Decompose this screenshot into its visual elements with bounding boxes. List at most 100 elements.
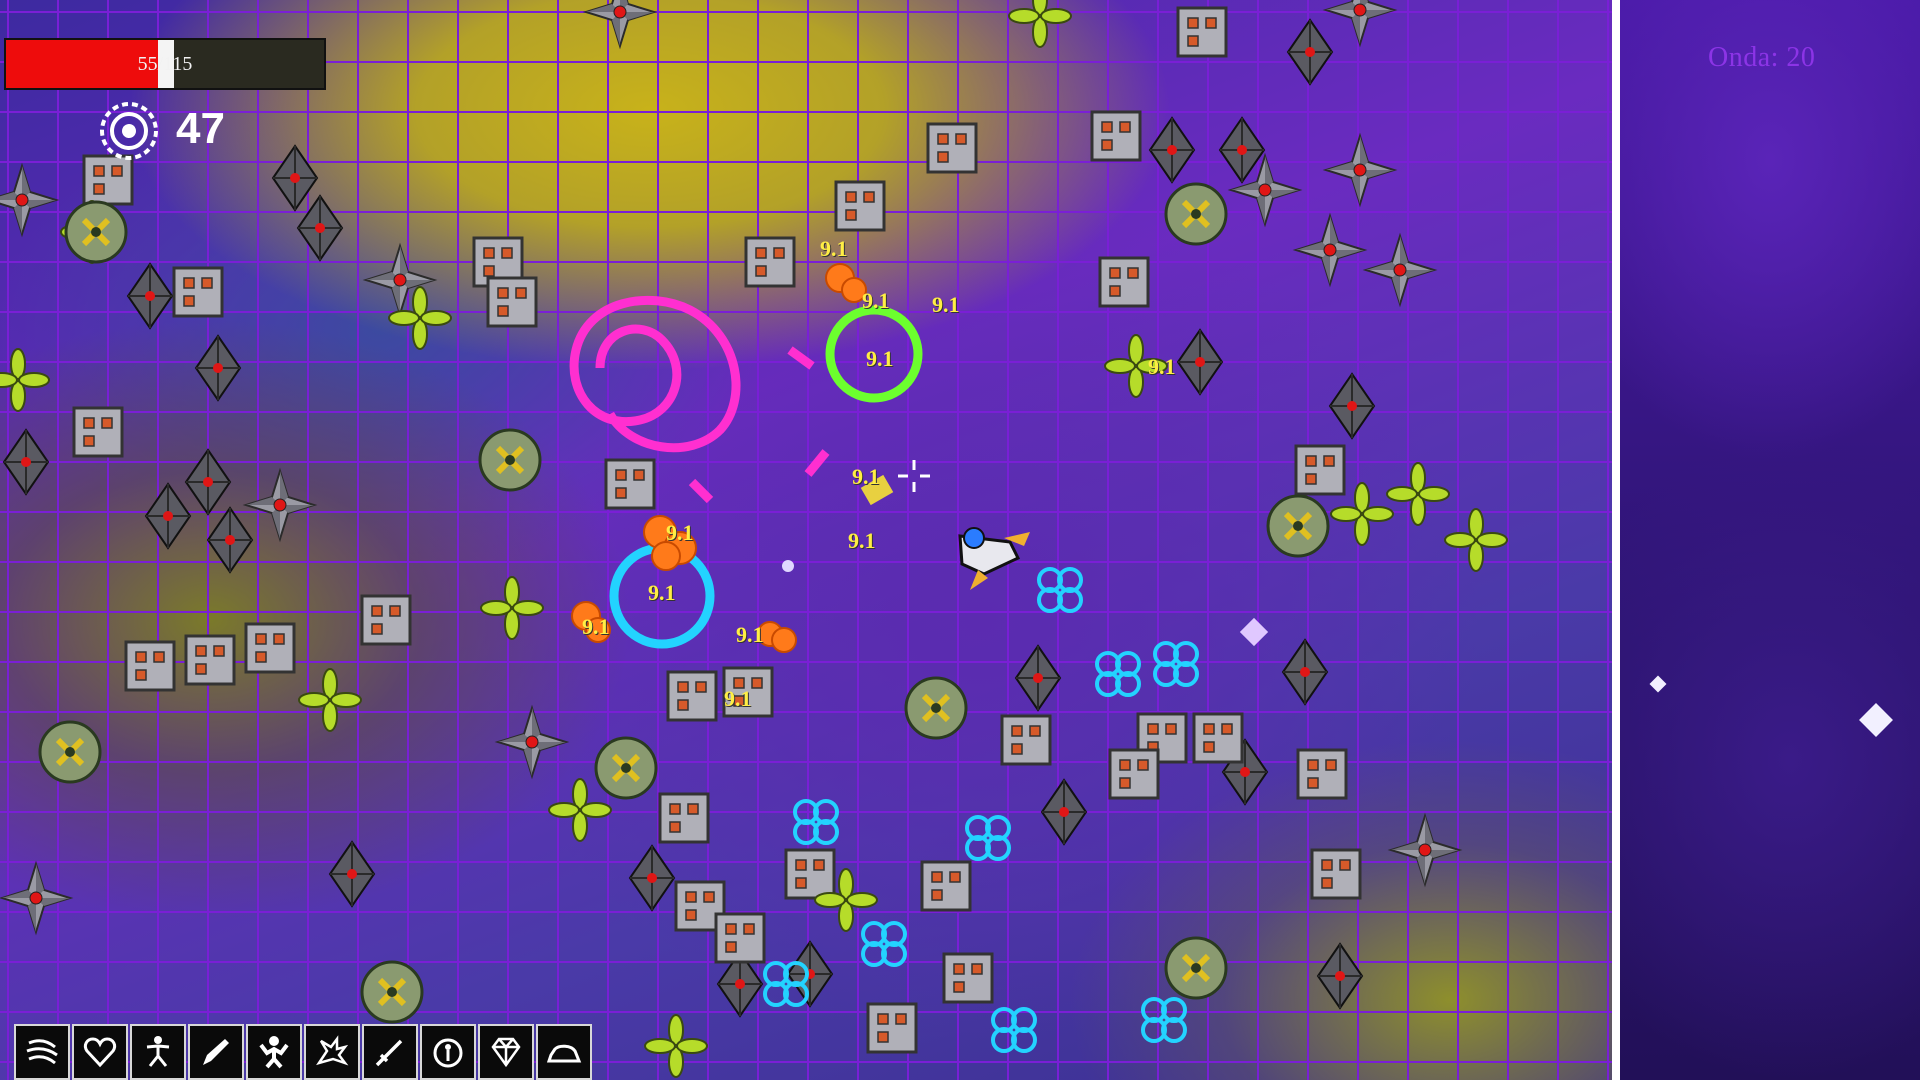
hotbar-slot-10[interactable] <box>536 1024 592 1080</box>
shield-figure-icon <box>433 1038 463 1068</box>
enemy-orb <box>40 722 100 782</box>
damage-number: 9.1 <box>1148 354 1176 379</box>
damage-number: 9.1 <box>666 520 694 545</box>
enemy-orb <box>362 962 422 1022</box>
enemy-leaf <box>0 348 50 412</box>
enemy-crate <box>172 266 224 318</box>
enemy-diamond <box>1287 19 1333 85</box>
particle <box>1239 617 1269 647</box>
hotbar-slot-2[interactable] <box>72 1024 128 1080</box>
enemy-leaf <box>1008 0 1072 48</box>
strongman-icon <box>259 1036 289 1069</box>
enemy-orb <box>596 738 656 798</box>
enemy-cyan-flower <box>1095 651 1141 697</box>
crosshair-icon <box>898 460 930 492</box>
enemy-diamond <box>1177 329 1223 395</box>
hotbar-slot-3[interactable] <box>130 1024 186 1080</box>
enemy-diamond <box>1149 117 1195 183</box>
enemy-leaf <box>548 778 612 842</box>
enemy-orb <box>66 202 126 262</box>
damage-number: 9.1 <box>736 622 764 647</box>
enemy-diamond <box>3 429 49 495</box>
enemy-diamond <box>297 195 343 261</box>
enemy-diamond <box>185 449 231 515</box>
enemy-orb <box>1166 184 1226 244</box>
enemy-diamond <box>329 841 375 907</box>
enemy-shuriken <box>1325 135 1395 205</box>
enemy-diamond <box>629 845 675 911</box>
enemy-shuriken <box>1365 235 1435 305</box>
enemy-crate <box>834 180 886 232</box>
star-sparkle <box>1649 675 1667 693</box>
enemy-crate <box>1310 848 1362 900</box>
hotbar-slot-6[interactable] <box>304 1024 360 1080</box>
enemy-orb <box>480 430 540 490</box>
enemy-crate <box>1090 110 1142 162</box>
sword-icon <box>375 1039 403 1067</box>
enemy-crate <box>784 848 836 900</box>
enemy-crate <box>360 594 412 646</box>
enemy-crate <box>1108 748 1160 800</box>
enemy-crate <box>1296 748 1348 800</box>
enemy-shuriken <box>245 470 315 540</box>
enemy-crate <box>658 792 710 844</box>
enemy-shuriken <box>1390 815 1460 885</box>
sidebar-panel: Onda: 20 <box>1620 0 1920 1080</box>
enemy-diamond <box>1317 943 1363 1009</box>
enemy-diamond <box>1329 373 1375 439</box>
enemy-crate <box>124 640 176 692</box>
ability-hotbar <box>14 1024 594 1080</box>
enemy-shuriken <box>1 863 71 933</box>
enemy-orb <box>1268 496 1328 556</box>
damage-number: 9.1 <box>932 292 960 317</box>
enemy-leaf <box>480 576 544 640</box>
damage-number: 9.1 <box>848 528 876 553</box>
enemy-shuriken <box>1295 215 1365 285</box>
enemy-diamond <box>272 145 318 211</box>
hotbar-slot-7[interactable] <box>362 1024 418 1080</box>
star-sparkle <box>1859 703 1893 737</box>
enemy-cyan-flower <box>1037 567 1083 613</box>
dragon-icon <box>316 1035 349 1066</box>
health-text: 55/115 <box>137 53 193 75</box>
particle <box>782 560 794 572</box>
dash-lines-icon <box>26 1039 58 1065</box>
enemy-cyan-flower <box>1153 641 1199 687</box>
enemy-diamond <box>1015 645 1061 711</box>
enemy-crate <box>866 1002 918 1054</box>
enemy-crate <box>1294 444 1346 496</box>
damage-number: 9.1 <box>820 236 848 261</box>
hotbar-slot-4[interactable] <box>188 1024 244 1080</box>
damage-number: 9.1 <box>866 346 894 371</box>
enemy-cyan-flower <box>965 815 1011 861</box>
pencil-icon <box>203 1039 229 1065</box>
hotbar-slot-1[interactable] <box>14 1024 70 1080</box>
gem-icon <box>491 1037 521 1068</box>
enemy-shuriken <box>585 0 655 47</box>
enemy-shuriken <box>0 165 57 235</box>
enemy-crate <box>244 622 296 674</box>
enemy-crate <box>942 952 994 1004</box>
hotbar-slot-8[interactable] <box>420 1024 476 1080</box>
enemy-cyan-flower <box>1141 997 1187 1043</box>
kill-count: 47 <box>176 104 225 153</box>
enemy-layer <box>0 0 1508 1078</box>
damage-number: 9.1 <box>724 686 752 711</box>
enemy-crate <box>604 458 656 510</box>
player-ship <box>958 527 1030 590</box>
enemy-crate <box>714 912 766 964</box>
wave-label: Onda: 20 <box>1708 42 1816 73</box>
enemy-diamond <box>1219 117 1265 183</box>
enemy-diamond <box>145 483 191 549</box>
hotbar-slot-5[interactable] <box>246 1024 302 1080</box>
hotbar-slot-9[interactable] <box>478 1024 534 1080</box>
game-arena[interactable]: 9.1 9.1 9.1 9.1 9.1 9.1 9.1 9.1 9.1 9.1 9.1 9.1 55/… <box>0 0 1612 1080</box>
enemy-diamond <box>1282 639 1328 705</box>
enemy-crate <box>744 236 796 288</box>
enemy-diamond <box>195 335 241 401</box>
enemy-diamond <box>127 263 173 329</box>
enemy-diamond <box>787 941 833 1007</box>
damage-number: 9.1 <box>648 580 676 605</box>
enemy-leaf <box>298 668 362 732</box>
runner-icon <box>146 1036 170 1067</box>
